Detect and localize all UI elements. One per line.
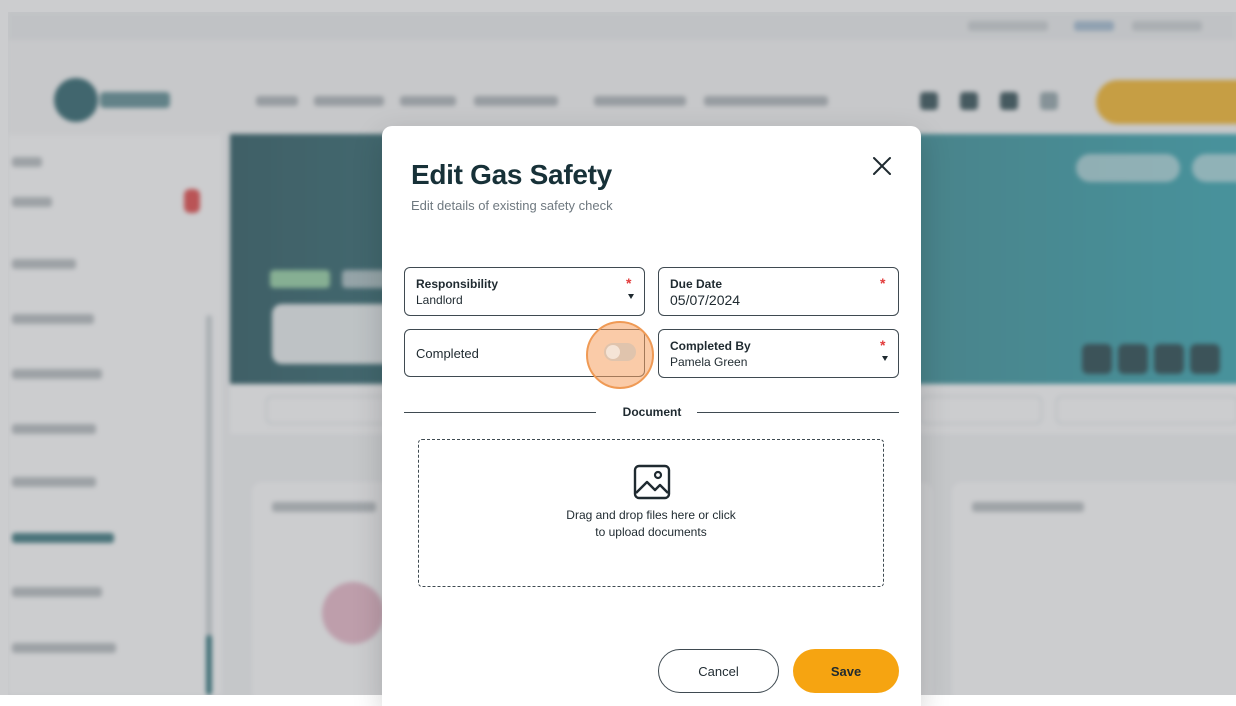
document-section-label: Document: [622, 405, 682, 419]
save-button[interactable]: Save: [793, 649, 899, 693]
divider-line: [697, 412, 899, 413]
completed-by-label: Completed By: [670, 339, 751, 353]
responsibility-select[interactable]: Responsibility * Landlord: [404, 267, 645, 316]
chevron-down-icon: [882, 356, 888, 361]
required-indicator: *: [880, 275, 886, 291]
completed-by-value: Pamela Green: [670, 355, 748, 369]
due-date-field[interactable]: Due Date * 05/07/2024: [658, 267, 899, 316]
required-indicator: *: [626, 275, 632, 291]
image-icon: [633, 464, 671, 500]
close-icon: [873, 157, 891, 175]
responsibility-value: Landlord: [416, 293, 463, 307]
divider-line: [404, 412, 596, 413]
completed-by-select[interactable]: Completed By * Pamela Green: [658, 329, 899, 378]
edit-gas-safety-modal: Edit Gas Safety Edit details of existing…: [382, 126, 921, 706]
dropzone-line-2: to upload documents: [595, 525, 707, 539]
completed-toggle-knob[interactable]: [606, 345, 620, 359]
dropzone-line-1: Drag and drop files here or click: [566, 508, 736, 522]
modal-subtitle: Edit details of existing safety check: [411, 198, 613, 213]
close-button[interactable]: [869, 153, 895, 179]
required-indicator: *: [880, 337, 886, 353]
completed-label: Completed: [416, 346, 479, 361]
chevron-down-icon: [628, 294, 634, 299]
due-date-value: 05/07/2024: [670, 292, 741, 308]
modal-title: Edit Gas Safety: [411, 159, 612, 190]
dropzone-text: Drag and drop files here or click to upl…: [419, 507, 883, 541]
cancel-button[interactable]: Cancel: [658, 649, 779, 693]
document-dropzone[interactable]: Drag and drop files here or click to upl…: [418, 439, 884, 587]
responsibility-label: Responsibility: [416, 277, 499, 291]
due-date-label: Due Date: [670, 277, 723, 291]
